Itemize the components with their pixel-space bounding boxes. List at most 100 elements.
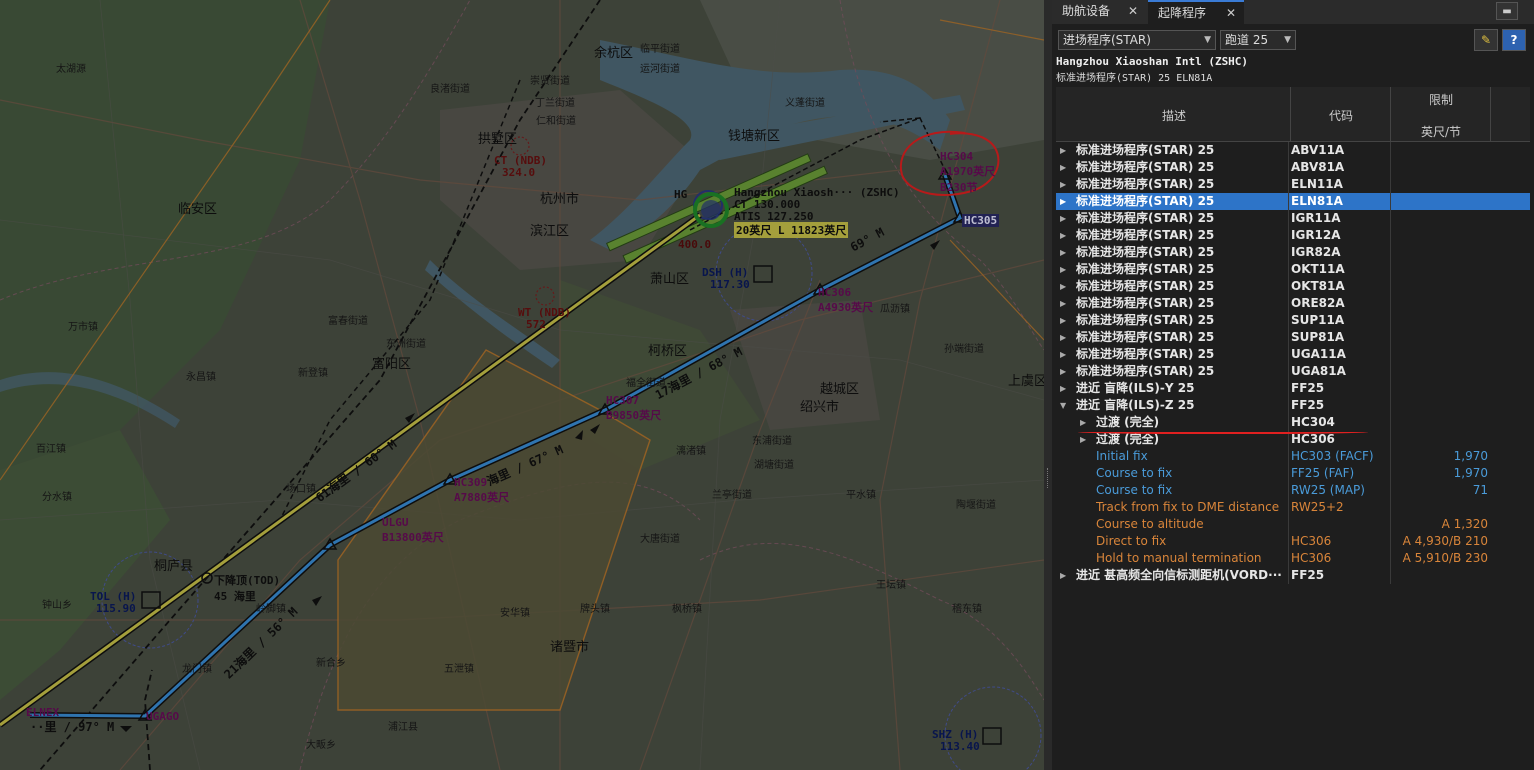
place-label: 安华镇 [500, 608, 530, 619]
column-divider [1288, 176, 1289, 193]
column-divider [1390, 516, 1391, 533]
expand-icon[interactable]: ▶ [1060, 567, 1066, 584]
table-row[interactable]: ▶ 标准进场程序(STAR) 25 ABV81A [1056, 159, 1530, 176]
column-header-limit[interactable]: 限制 英尺/节 [1391, 87, 1491, 141]
place-label: 滨江区 [530, 224, 570, 239]
column-divider [1288, 363, 1289, 380]
place-label: 大唐街道 [640, 534, 680, 545]
waypoint-tod[interactable]: 下降顶(TOD) 45 海里 [214, 572, 280, 604]
table-row[interactable]: ▶ 标准进场程序(STAR) 25 IGR12A [1056, 227, 1530, 244]
expand-icon[interactable]: ▶ [1060, 363, 1066, 380]
column-header-code[interactable]: 代码 [1291, 87, 1391, 141]
row-description: 标准进场程序(STAR) 25 [1076, 245, 1215, 259]
navaid-freq: 117.30 [710, 278, 750, 291]
table-row[interactable]: ▶ 标准进场程序(STAR) 25 IGR11A [1056, 210, 1530, 227]
table-row[interactable]: Course to fix RW25 (MAP) 71 [1056, 482, 1530, 499]
row-description: Initial fix [1096, 449, 1148, 463]
place-label: 杭州市 [540, 192, 580, 207]
expand-icon[interactable]: ▶ [1060, 244, 1066, 261]
table-row[interactable]: ▶ 标准进场程序(STAR) 25 ELN81A [1056, 193, 1530, 210]
expand-icon[interactable]: ▶ [1060, 176, 1066, 193]
expand-icon[interactable]: ▶ [1080, 431, 1086, 448]
table-row[interactable]: ▼ 进近 盲降(ILS)-Z 25 FF25 [1056, 397, 1530, 414]
row-code: IGR82A [1291, 245, 1341, 259]
expand-icon[interactable]: ▶ [1060, 295, 1066, 312]
place-label: 富阳区 [372, 357, 412, 372]
column-divider [1390, 397, 1391, 414]
table-row[interactable]: ▶ 标准进场程序(STAR) 25 SUP11A [1056, 312, 1530, 329]
tab-navaids[interactable]: 助航设备 ✕ [1052, 0, 1146, 24]
runway-select[interactable]: 跑道 25 ▼ [1220, 30, 1296, 50]
column-divider [1390, 567, 1391, 584]
table-row[interactable]: ▶ 标准进场程序(STAR) 25 ABV11A [1056, 142, 1530, 159]
table-row[interactable]: ▶ 标准进场程序(STAR) 25 OKT11A [1056, 261, 1530, 278]
table-row[interactable]: Track from fix to DME distance RW25+2 [1056, 499, 1530, 516]
column-divider [1390, 210, 1391, 227]
expand-icon[interactable]: ▶ [1060, 193, 1066, 210]
waypoint-hc304[interactable]: HC304 A1970英尺 B230节 [940, 150, 995, 195]
table-row[interactable]: Course to altitude A 1,320 [1056, 516, 1530, 533]
place-label: 太湖源 [56, 64, 86, 75]
row-code: HC306 [1291, 534, 1332, 548]
expand-icon[interactable]: ▶ [1060, 312, 1066, 329]
row-limit: 1,970 [1453, 466, 1488, 480]
chevron-down-icon: ▼ [1284, 35, 1291, 45]
expand-icon[interactable]: ▶ [1060, 227, 1066, 244]
close-icon[interactable]: ✕ [1128, 0, 1138, 22]
collapse-icon[interactable]: ▼ [1060, 397, 1066, 414]
place-label: 万市镇 [68, 322, 98, 333]
place-label: 百江镇 [36, 444, 66, 455]
table-row[interactable]: ▶ 进近 盲降(ILS)-Y 25 FF25 [1056, 380, 1530, 397]
table-row[interactable]: ▶ 标准进场程序(STAR) 25 SUP81A [1056, 329, 1530, 346]
table-row[interactable]: ▶ 标准进场程序(STAR) 25 UGA11A [1056, 346, 1530, 363]
expand-icon[interactable]: ▶ [1060, 278, 1066, 295]
procedure-type-select[interactable]: 进场程序(STAR) ▼ [1058, 30, 1216, 50]
column-divider [1390, 159, 1391, 176]
table-row[interactable]: ▶ 标准进场程序(STAR) 25 UGA81A [1056, 363, 1530, 380]
table-row[interactable]: ▶ 标准进场程序(STAR) 25 OKT81A [1056, 278, 1530, 295]
place-label: 余杭区 [594, 46, 634, 61]
tab-procedures[interactable]: 起降程序 ✕ [1148, 0, 1244, 24]
expand-icon[interactable]: ▶ [1060, 159, 1066, 176]
column-divider [1288, 312, 1289, 329]
column-header-desc[interactable]: 描述 [1056, 87, 1291, 141]
table-row[interactable]: ▶ 标准进场程序(STAR) 25 ELN11A [1056, 176, 1530, 193]
table-row[interactable]: Hold to manual termination HC306 A 5,910/B… [1056, 550, 1530, 567]
expand-icon[interactable]: ▶ [1060, 210, 1066, 227]
expand-icon[interactable]: ▶ [1060, 346, 1066, 363]
row-description: 标准进场程序(STAR) 25 [1076, 364, 1215, 378]
expand-icon[interactable]: ▶ [1060, 261, 1066, 278]
close-icon[interactable]: ✕ [1226, 2, 1236, 24]
waypoint-hc306[interactable]: HC306 A4930英尺 [818, 286, 873, 315]
place-label: 钟山乡 [42, 600, 72, 611]
waypoint-hc305[interactable]: HC305 [962, 214, 1000, 227]
table-row[interactable]: ▶ 标准进场程序(STAR) 25 ORE82A [1056, 295, 1530, 312]
table-row[interactable]: Course to fix FF25 (FAF) 1,970 [1056, 465, 1530, 482]
clear-icon[interactable]: ✎ [1474, 29, 1498, 51]
leg-label: ··里 / 97° M [30, 720, 115, 734]
table-row[interactable]: ▶ 进近 甚高频全向信标测距机(VORD··· FF25 [1056, 567, 1530, 584]
row-code: FF25 [1291, 568, 1325, 582]
place-label: 上虞区 [1008, 374, 1044, 389]
column-divider [1390, 329, 1391, 346]
expand-icon[interactable]: ▶ [1060, 329, 1066, 346]
table-row[interactable]: Initial fix HC303 (FACF) 1,970 [1056, 448, 1530, 465]
column-divider [1288, 159, 1289, 176]
row-code: SUP11A [1291, 313, 1345, 327]
table-row[interactable]: ▶ 标准进场程序(STAR) 25 IGR82A [1056, 244, 1530, 261]
column-divider [1390, 193, 1391, 210]
row-description: 进近 甚高频全向信标测距机(VORD··· [1076, 568, 1282, 582]
waypoint-ugago[interactable]: UGAGO [146, 710, 179, 723]
help-icon[interactable]: ? [1502, 29, 1526, 51]
waypoint-hc307[interactable]: HC307 B9850英尺 [606, 394, 661, 423]
expand-icon[interactable]: ▶ [1060, 142, 1066, 159]
expand-icon[interactable]: ▶ [1060, 380, 1066, 397]
row-description: Hold to manual termination [1096, 551, 1262, 565]
table-row[interactable]: Direct to fix HC306 A 4,930/B 210 [1056, 533, 1530, 550]
row-description: 标准进场程序(STAR) 25 [1076, 177, 1215, 191]
waypoint-ulgu[interactable]: ULGU B13800英尺 [382, 516, 444, 545]
panel-splitter[interactable] [1044, 0, 1052, 770]
column-divider [1288, 516, 1289, 533]
map-view[interactable]: 余杭区 钱塘新区 拱墅区 杭州市 滨江区 临安区 富阳区 桐庐县 绍兴市 诸暨市… [0, 0, 1044, 770]
window-menu-icon[interactable]: ▬ [1496, 2, 1518, 20]
